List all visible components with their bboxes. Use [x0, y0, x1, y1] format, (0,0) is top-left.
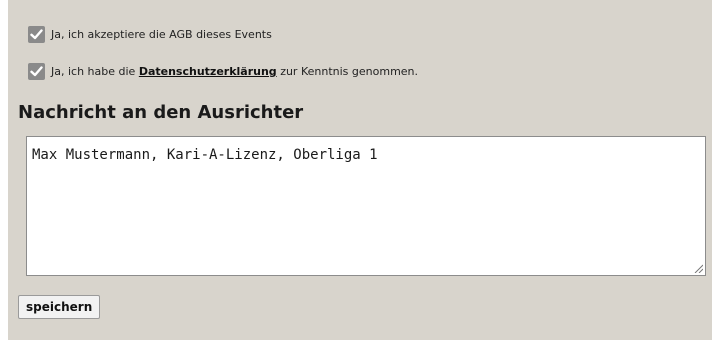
message-heading: Nachricht an den Ausrichter — [18, 102, 304, 123]
privacy-policy-link[interactable]: Datenschutzerklärung — [139, 65, 277, 78]
privacy-label-after: zur Kenntnis genommen. — [280, 65, 419, 78]
privacy-checkbox[interactable] — [28, 63, 45, 80]
checkmark-icon — [30, 66, 43, 77]
checkmark-icon — [30, 29, 43, 40]
privacy-consent-row: Ja, ich habe die Datenschutzerklärung zu… — [28, 63, 418, 80]
agb-consent-label: Ja, ich akzeptiere die AGB dieses Events — [51, 28, 272, 41]
privacy-label-before: Ja, ich habe die — [51, 65, 136, 78]
agb-checkbox[interactable] — [28, 26, 45, 43]
resize-grip-icon[interactable] — [693, 263, 703, 273]
form-panel: Ja, ich akzeptiere die AGB dieses Events… — [8, 0, 712, 340]
message-field-wrapper: Max Mustermann, Kari-A-Lizenz, Oberliga … — [26, 136, 706, 276]
save-button[interactable]: speichern — [18, 295, 101, 319]
message-textarea[interactable]: Max Mustermann, Kari-A-Lizenz, Oberliga … — [26, 136, 706, 276]
agb-consent-row: Ja, ich akzeptiere die AGB dieses Events — [28, 26, 272, 43]
